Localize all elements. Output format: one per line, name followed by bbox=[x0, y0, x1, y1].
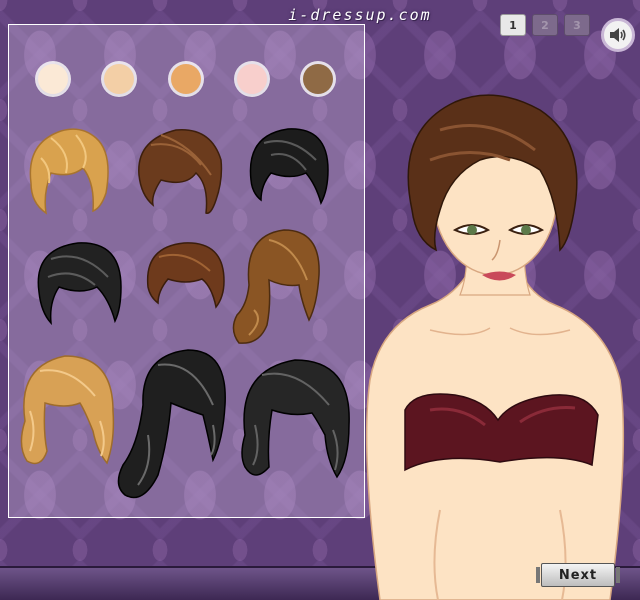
hair-option-1[interactable] bbox=[21, 123, 116, 215]
hair-option-5[interactable] bbox=[144, 239, 226, 309]
skin-tone-swatch-3[interactable] bbox=[171, 64, 201, 94]
skin-tone-swatch-5[interactable] bbox=[303, 64, 333, 94]
page-button-1[interactable]: 1 bbox=[500, 14, 526, 36]
sound-toggle-button[interactable] bbox=[601, 18, 635, 52]
hair-option-4[interactable] bbox=[33, 237, 125, 327]
skin-tone-swatch-2[interactable] bbox=[104, 64, 134, 94]
hair-selection-panel bbox=[8, 24, 365, 518]
hair-option-7[interactable] bbox=[15, 351, 119, 471]
site-logo: i-dressup.com bbox=[288, 6, 432, 24]
dressup-model bbox=[365, 94, 625, 600]
page-button-3[interactable]: 3 bbox=[564, 14, 590, 36]
skin-tone-swatch-1[interactable] bbox=[38, 64, 68, 94]
hair-option-2[interactable] bbox=[131, 125, 226, 217]
hair-option-8[interactable] bbox=[113, 345, 231, 505]
hair-option-9[interactable] bbox=[237, 355, 355, 485]
next-button[interactable]: Next bbox=[536, 563, 620, 587]
hair-option-6[interactable] bbox=[229, 225, 324, 347]
page-button-2[interactable]: 2 bbox=[532, 14, 558, 36]
hair-option-3[interactable] bbox=[246, 125, 331, 207]
skin-tone-swatch-4[interactable] bbox=[237, 64, 267, 94]
page-selector: 1 2 3 bbox=[500, 14, 590, 36]
speaker-icon bbox=[610, 28, 626, 42]
